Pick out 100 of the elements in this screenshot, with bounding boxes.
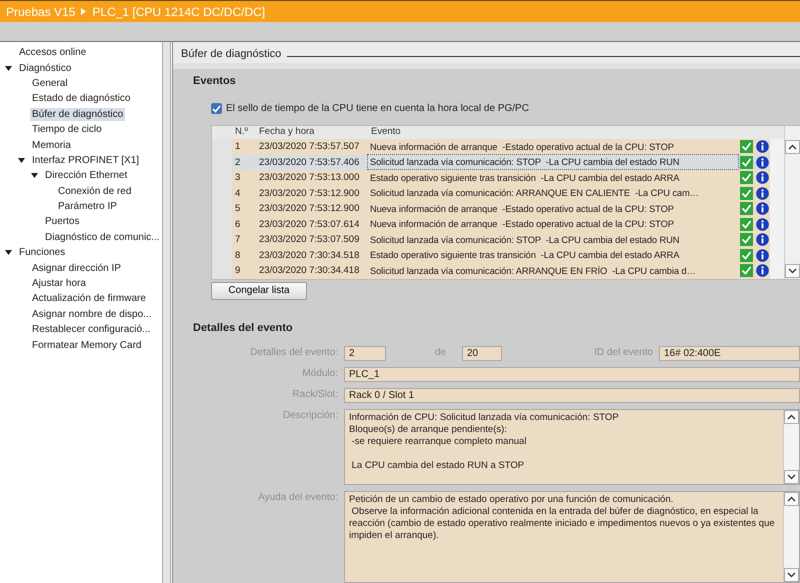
table-row[interactable]: 3 23/03/2020 7:53:13.000 Estado operativo siguiente tras transición -La CPU cambia del estado ARRA	[212, 170, 784, 186]
scroll-down-button[interactable]	[785, 264, 800, 278]
tree-item[interactable]: Restablecer configuració...	[30, 323, 152, 336]
help-text: Petición de un cambio de estado operativo por una función de comunicación. Observe la información adicional contenida en la entrada del búfer de diagnóstico, en especial la reacción (cambio de estado operativo realmente iniciado e impedimentos nuevos o ya existentes que impiden el arranque).	[348, 492, 776, 542]
module-field[interactable]: PLC_1	[344, 366, 800, 382]
tree-item[interactable]: Diagnóstico	[17, 62, 74, 75]
tree-item[interactable]: Formatear Memory Card	[30, 338, 144, 352]
table-cell-text: 23/03/2020 7:53:07.509	[258, 234, 360, 246]
tree-item[interactable]: Estado de diagnóstico	[30, 92, 132, 106]
details-heading: Detalles del evento	[193, 322, 294, 334]
field-label: Rack/Slot:	[291, 388, 338, 402]
tree-item[interactable]: Diagnóstico de comunic...	[43, 230, 162, 244]
checkbox[interactable]	[211, 103, 222, 114]
column-header: Fecha y hora	[258, 126, 316, 139]
scroll-down-icon[interactable]	[787, 474, 796, 480]
section-title: Búfer de diagnóstico	[181, 48, 282, 60]
info-icon	[756, 248, 768, 262]
check-icon	[740, 264, 752, 278]
freeze-list-button[interactable]: Congelar lista	[211, 282, 307, 300]
device-title: PLC_1 [CPU 1214C DC/DC/DC]	[92, 4, 266, 18]
event-index-field[interactable]: 2	[344, 346, 386, 360]
scroll-down-button[interactable]	[784, 568, 799, 582]
field-label: Descripción:	[282, 408, 338, 422]
table-row[interactable]: 2 23/03/2020 7:53:57.406 Solicitud lanzada vía comunicación: STOP -La CPU cambia del estado RUN	[212, 154, 784, 170]
table-cell-text: 23/03/2020 7:53:12.900	[258, 203, 360, 214]
breadcrumb-arrow-icon	[81, 8, 86, 15]
scroll-up-icon[interactable]	[788, 144, 797, 150]
tree-item[interactable]: Parámetro IP	[56, 200, 119, 214]
tree-item[interactable]: Asignar nombre de dispo...	[30, 308, 154, 321]
table-cell-text: Estado operativo siguiente tras transición -La CPU cambia del estado ARRA	[369, 249, 680, 262]
table-cell-text: 2	[234, 156, 242, 168]
table-row[interactable]: 8 23/03/2020 7:30:34.518 Estado operativo siguiente tras transición -La CPU cambia del estado ARRA	[212, 248, 784, 263]
rack-slot-field[interactable]: Rack 0 / Slot 1	[344, 388, 800, 402]
table-cell-text: 5	[234, 203, 242, 214]
info-icon	[756, 218, 768, 231]
expand-arrow-icon[interactable]	[31, 173, 38, 178]
table-cell-text: Estado operativo siguiente tras transición -La CPU cambia del estado ARRA	[369, 172, 680, 185]
info-icon	[756, 171, 768, 184]
description-text: Información de CPU: Solicitud lanzada vía comunicación: STOP Bloqueo(s) de arranque pendiente(s): -se requiere rearranque completo manual La CPU cambia del estado RUN a STOP	[348, 410, 620, 472]
table-cell-text: 4	[234, 188, 242, 199]
table-row[interactable]: 5 23/03/2020 7:53:12.900 Nueva información de arranque -Estado operativo actual de la CPU: STOP	[212, 201, 784, 216]
check-icon	[740, 171, 752, 184]
tree-item[interactable]: Tiempo de ciclo	[30, 123, 104, 136]
scroll-up-button[interactable]	[784, 410, 799, 424]
check-icon	[740, 156, 752, 169]
table-cell-text: 23/03/2020 7:53:12.900	[258, 188, 360, 199]
tree-item[interactable]: Actualización de firmware	[30, 292, 148, 306]
field-label: ID del evento	[593, 346, 653, 360]
tree-item[interactable]: Accesos online	[17, 46, 88, 60]
check-icon	[740, 140, 752, 154]
check-icon	[740, 218, 752, 231]
scroll-down-button[interactable]	[784, 470, 799, 484]
tree-item[interactable]: Conexión de red	[56, 184, 134, 198]
field-label: Detalles del evento:	[249, 346, 338, 360]
table-row[interactable]: 6 23/03/2020 7:53:07.614 Nueva información de arranque -Estado operativo actual de la CPU: STOP	[212, 216, 784, 232]
tree-item[interactable]: Dirección Ethernet	[43, 169, 130, 182]
expand-arrow-icon[interactable]	[5, 66, 12, 71]
scroll-down-icon[interactable]	[788, 268, 797, 274]
scroll-up-button[interactable]	[784, 492, 799, 506]
table-cell-text: 23/03/2020 7:30:34.418	[258, 265, 360, 276]
table-cell-text: 9	[234, 265, 242, 276]
event-total-field[interactable]: 20	[462, 346, 502, 360]
expand-arrow-icon[interactable]	[18, 158, 25, 163]
project-title: Pruebas V15	[6, 4, 76, 18]
scroll-up-icon[interactable]	[787, 496, 796, 502]
tree-item[interactable]: Funciones	[17, 246, 68, 260]
check-icon	[740, 202, 752, 216]
tree-item[interactable]: Interfaz PROFINET [X1]	[30, 154, 142, 167]
tree-item[interactable]: Asignar dirección IP	[30, 262, 123, 275]
table-row[interactable]: 1 23/03/2020 7:53:57.507 Nueva información de arranque -Estado operativo actual de la CPU: STOP	[212, 139, 784, 154]
field-label: de	[434, 346, 446, 360]
table-cell-text: Nueva información de arranque -Estado operativo actual de la CPU: STOP	[369, 202, 675, 216]
table-cell-text: 3	[234, 172, 242, 184]
table-cell-text: Solicitud lanzada vía comunicación: ARRANQUE EN CALIENTE -La CPU cam…	[369, 187, 700, 200]
sidebar-scrollbar[interactable]	[162, 42, 171, 583]
table-row[interactable]: 4 23/03/2020 7:53:12.900 Solicitud lanzada vía comunicación: ARRANQUE EN CALIENTE -La CPU cam…	[212, 186, 784, 201]
tree-item[interactable]: General	[30, 76, 70, 90]
table-cell-text: 23/03/2020 7:53:57.406	[258, 156, 360, 168]
tree-item[interactable]: Memoria	[30, 138, 73, 152]
tree-item[interactable]: Ajustar hora	[30, 277, 88, 290]
info-icon	[756, 202, 768, 216]
scroll-down-icon[interactable]	[787, 572, 796, 578]
scroll-up-icon[interactable]	[787, 414, 796, 420]
field-label: Ayuda del evento:	[257, 490, 338, 504]
table-row[interactable]: 9 23/03/2020 7:30:34.418 Solicitud lanzada vía comunicación: ARRANQUE EN FRÍO -La CPU cambia d…	[212, 263, 784, 278]
column-header: N.º	[234, 126, 249, 139]
check-icon	[740, 248, 752, 262]
check-icon	[740, 233, 752, 246]
scroll-up-button[interactable]	[785, 140, 800, 154]
tree-item[interactable]: Búfer de diagnóstico	[30, 108, 126, 121]
table-cell-text: 6	[234, 218, 242, 230]
event-id-field[interactable]: 16# 02:400E	[659, 346, 800, 360]
expand-arrow-icon[interactable]	[5, 250, 12, 256]
field-label: Módulo:	[301, 366, 338, 380]
check-icon	[740, 186, 752, 200]
table-row[interactable]: 7 23/03/2020 7:53:07.509 Solicitud lanzada vía comunicación: STOP -La CPU cambia del estado RUN	[212, 232, 784, 248]
tree-item[interactable]: Puertos	[43, 215, 82, 228]
table-cell-text: 23/03/2020 7:53:13.000	[258, 172, 360, 184]
info-icon	[756, 233, 768, 246]
events-heading: Eventos	[193, 75, 237, 87]
